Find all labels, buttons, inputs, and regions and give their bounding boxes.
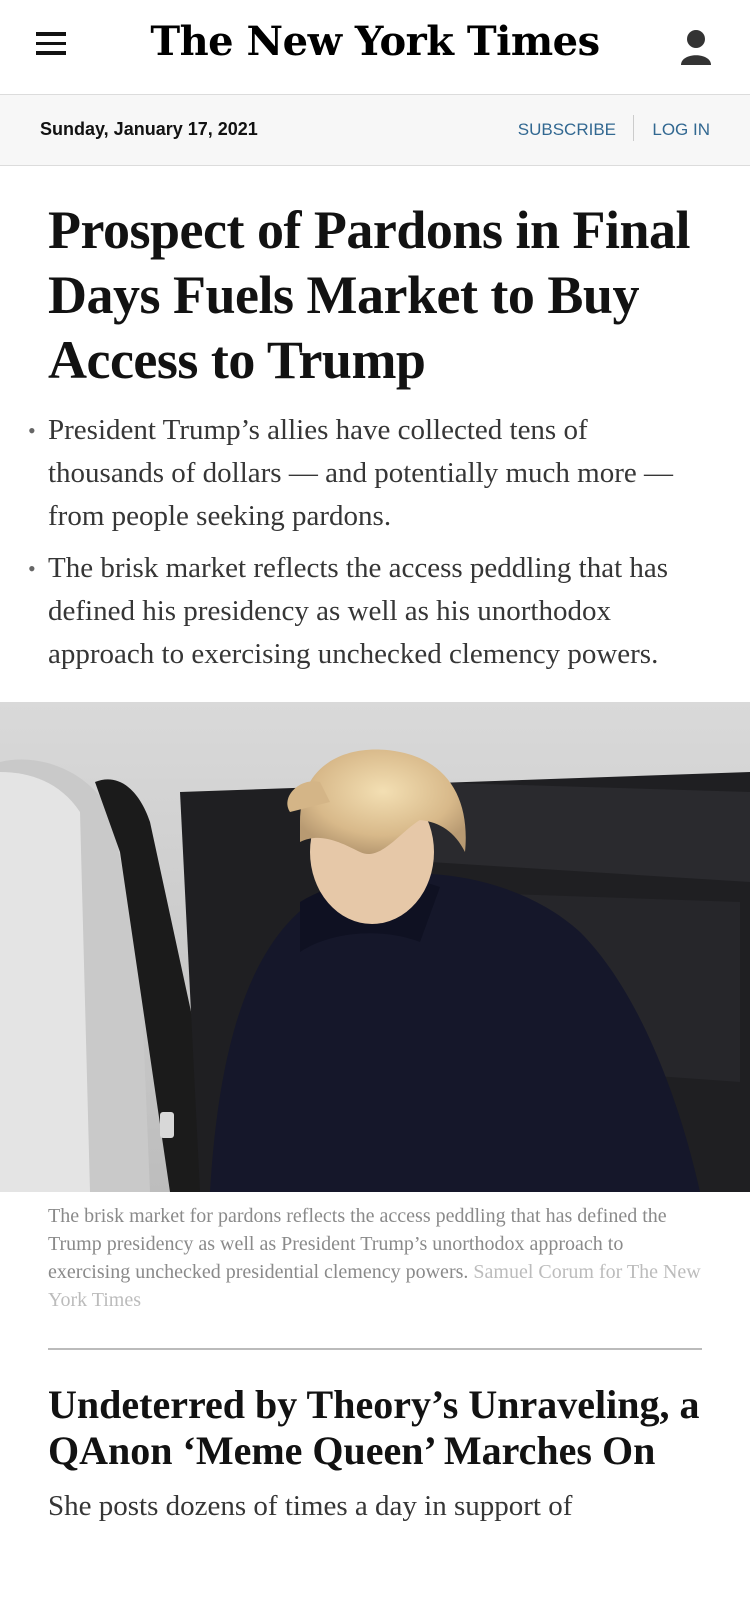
lead-story[interactable]: Prospect of Pardons in Final Days Fuels … [0, 166, 750, 676]
subscribe-link[interactable]: SUBSCRIBE [518, 120, 616, 140]
bullet-dot-icon: • [28, 556, 36, 581]
bullet-text: The brisk market reflects the access ped… [48, 552, 669, 670]
second-headline[interactable]: Undeterred by Theory’s Unraveling, a QAn… [48, 1382, 702, 1474]
bullet-dot-icon: • [28, 418, 36, 443]
photo-caption: The brisk market for pardons reflects th… [0, 1192, 750, 1314]
bullet-text: President Trump’s allies have collected … [48, 414, 674, 532]
lead-headline[interactable]: Prospect of Pardons in Final Days Fuels … [48, 198, 702, 393]
current-date: Sunday, January 17, 2021 [40, 119, 258, 139]
user-account-icon[interactable] [678, 28, 714, 68]
lead-summary-list: • President Trump’s allies have collected… [28, 409, 702, 676]
login-link[interactable]: LOG IN [652, 120, 710, 140]
second-summary: She posts dozens of times a day in suppo… [48, 1490, 573, 1522]
date-bar: Sunday, January 17, 2021 SUBSCRIBE LOG I… [0, 95, 750, 166]
link-divider [633, 115, 634, 141]
summary-bullet: • The brisk market reflects the access pe… [28, 547, 702, 676]
lead-photo[interactable] [0, 702, 750, 1192]
summary-bullet: • President Trump’s allies have collected… [28, 409, 702, 538]
masthead-logo[interactable]: The New York Times [0, 18, 750, 65]
section-divider [48, 1348, 702, 1350]
top-navigation-bar: The New York Times [0, 0, 750, 95]
